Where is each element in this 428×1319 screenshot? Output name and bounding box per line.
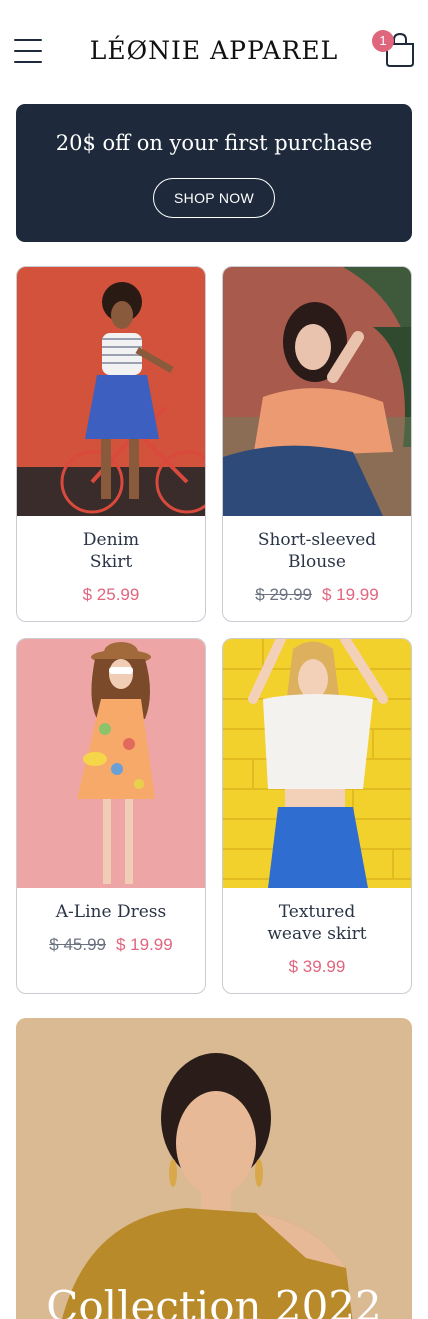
- price-row: $ 45.99 $ 19.99: [17, 935, 205, 955]
- promo-title: 20$ off on your first purchase: [55, 131, 373, 155]
- price-row: $ 29.99 $ 19.99: [223, 585, 411, 605]
- product-name[interactable]: A-Line Dress: [27, 901, 195, 923]
- current-price: $ 39.99: [288, 957, 346, 976]
- shop-now-button[interactable]: SHOP NOW: [153, 178, 275, 218]
- collection-image: [16, 1018, 412, 1319]
- brand-logo[interactable]: LÉØNIE APPAREL: [0, 36, 428, 65]
- product-name[interactable]: Denim Skirt: [27, 529, 195, 573]
- product-card[interactable]: A-Line Dress $ 45.99 $ 19.99: [16, 638, 206, 994]
- product-image[interactable]: [17, 639, 205, 888]
- original-price: $ 29.99: [255, 585, 312, 604]
- original-price: $ 45.99: [49, 935, 106, 954]
- cart-count-badge: 1: [372, 30, 394, 52]
- current-price: $ 19.99: [322, 585, 379, 604]
- product-name[interactable]: Textured weave skirt: [233, 901, 401, 945]
- collection-banner[interactable]: Collection 2022: [16, 1018, 412, 1319]
- price-row: $ 39.99: [223, 957, 411, 977]
- price-row: $ 25.99: [17, 585, 205, 605]
- product-image[interactable]: [223, 639, 411, 888]
- product-card[interactable]: Textured weave skirt $ 39.99: [222, 638, 412, 994]
- product-card[interactable]: Denim Skirt $ 25.99: [16, 266, 206, 622]
- app-header: LÉØNIE APPAREL 1: [0, 0, 428, 104]
- promo-banner: 20$ off on your first purchase SHOP NOW: [16, 104, 412, 242]
- current-price: $ 19.99: [116, 935, 173, 954]
- product-image[interactable]: [223, 267, 411, 516]
- product-name[interactable]: Short-sleeved Blouse: [233, 529, 401, 573]
- product-image[interactable]: [17, 267, 205, 516]
- product-card[interactable]: Short-sleeved Blouse $ 29.99 $ 19.99: [222, 266, 412, 622]
- collection-title: Collection 2022: [46, 1282, 382, 1319]
- current-price: $ 25.99: [82, 585, 140, 604]
